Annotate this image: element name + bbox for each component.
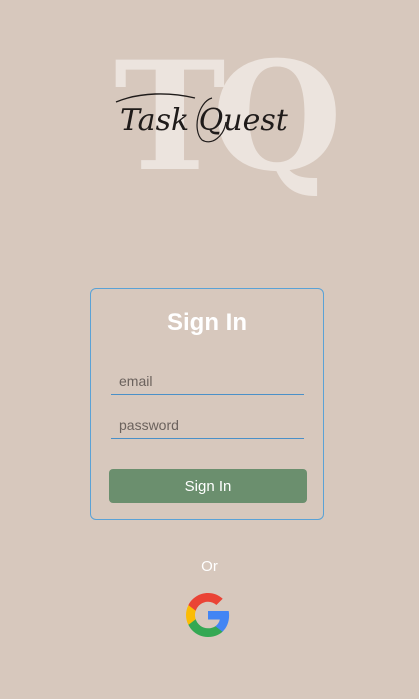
google-signin-button[interactable]	[184, 591, 232, 639]
google-icon	[186, 593, 230, 637]
email-input[interactable]	[111, 367, 304, 395]
signin-button[interactable]: Sign In	[109, 469, 307, 503]
logo-script: Task Quest	[115, 93, 289, 143]
app-logo: TQ Task Quest	[100, 40, 342, 210]
signin-title: Sign In	[167, 309, 247, 336]
signin-card: Sign In Sign In	[90, 288, 324, 520]
logo-script-text: Task Quest	[120, 103, 289, 138]
password-input[interactable]	[111, 411, 304, 439]
or-divider-text: Or	[201, 558, 218, 575]
